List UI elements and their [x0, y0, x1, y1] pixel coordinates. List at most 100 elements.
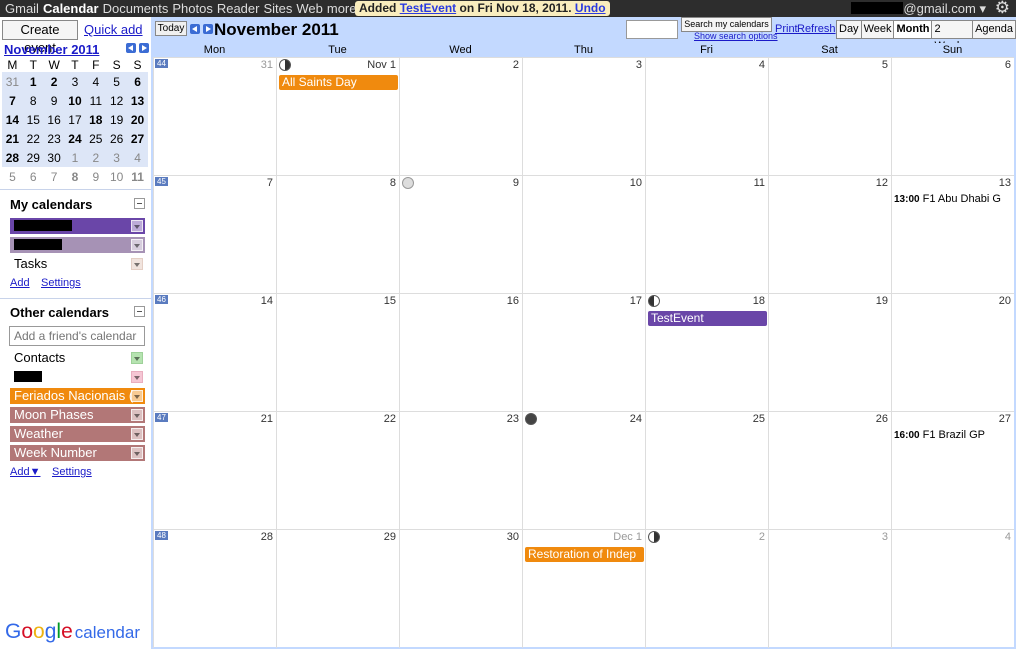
moon-phase-icon[interactable] [279, 59, 291, 71]
calendar-dropdown-icon[interactable] [131, 258, 143, 270]
calendar-dropdown-icon[interactable] [131, 239, 143, 251]
undo-link[interactable]: Undo [575, 1, 606, 15]
mini-day[interactable]: 15 [22, 110, 44, 129]
other-calendars-heading[interactable]: Other calendars [10, 305, 109, 320]
day-number[interactable]: 11 [754, 177, 765, 189]
collapse-other-calendars-icon[interactable] [134, 306, 145, 317]
mini-day[interactable]: 7 [44, 167, 65, 186]
day-number[interactable]: 13 [999, 177, 1011, 189]
day-number[interactable]: 8 [390, 177, 396, 189]
day-number[interactable]: 15 [384, 295, 396, 307]
day-cell[interactable]: 22 [276, 412, 399, 530]
mini-day[interactable]: 2 [85, 148, 107, 167]
mini-day[interactable]: 5 [106, 72, 128, 91]
day-cell[interactable]: 6 [891, 58, 1014, 176]
nav-photos[interactable]: Photos [172, 1, 212, 16]
nav-calendar[interactable]: Calendar [43, 1, 99, 16]
day-cell[interactable]: 10 [522, 176, 645, 294]
day-number[interactable]: 2 [513, 59, 519, 71]
day-number[interactable]: 9 [513, 177, 519, 189]
moon-phase-icon[interactable] [402, 177, 414, 189]
mini-day[interactable]: 17 [64, 110, 86, 129]
other-calendar-feriados[interactable]: Feriados Nacionais ( [10, 388, 145, 404]
mini-day[interactable]: 12 [106, 91, 128, 110]
other-calendar-week-number[interactable]: Week Number [10, 445, 145, 461]
mini-day[interactable]: 9 [43, 91, 65, 110]
day-number[interactable]: 29 [384, 531, 396, 543]
mini-day[interactable]: 26 [106, 129, 128, 148]
day-cell[interactable]: 4 [645, 58, 768, 176]
mini-day[interactable]: 30 [43, 148, 65, 167]
day-cell[interactable]: 3 [768, 530, 891, 648]
day-cell[interactable]: 29 [276, 530, 399, 648]
moon-phase-icon[interactable] [648, 531, 660, 543]
mini-day[interactable]: 5 [2, 167, 23, 186]
day-cell[interactable]: 21 47 [153, 412, 276, 530]
nav-web[interactable]: Web [296, 1, 323, 16]
day-number[interactable]: 17 [630, 295, 642, 307]
other-calendar-weather[interactable]: Weather [10, 426, 145, 442]
refresh-link[interactable]: Refresh [797, 23, 836, 35]
calendar-dropdown-icon[interactable] [131, 220, 143, 232]
mini-day[interactable]: 13 [127, 91, 148, 110]
nav-gmail[interactable]: Gmail [5, 1, 39, 16]
mini-day[interactable]: 19 [106, 110, 128, 129]
day-cell[interactable]: 17 [522, 294, 645, 412]
gear-icon[interactable]: ⚙ [995, 0, 1010, 17]
mini-day[interactable]: 29 [22, 148, 44, 167]
mini-day[interactable]: 28 [2, 148, 23, 167]
mini-day[interactable]: 14 [2, 110, 23, 129]
calendar-dropdown-icon[interactable] [131, 371, 143, 383]
day-cell[interactable]: 11 [645, 176, 768, 294]
other-calendars-settings-link[interactable]: Settings [52, 466, 92, 478]
nav-documents[interactable]: Documents [103, 1, 169, 16]
day-number[interactable]: 30 [507, 531, 519, 543]
add-friend-calendar-input[interactable] [9, 326, 145, 346]
day-cell[interactable]: 18 TestEvent [645, 294, 768, 412]
other-calendar-contacts[interactable]: Contacts [10, 350, 145, 366]
day-number[interactable]: 21 [261, 413, 273, 425]
mini-day[interactable]: 22 [22, 129, 44, 148]
day-number[interactable]: 2 [759, 531, 765, 543]
account-menu[interactable]: @gmail.com ▾ [851, 1, 986, 17]
day-cell[interactable]: 19 [768, 294, 891, 412]
calendar-dropdown-icon[interactable] [131, 409, 143, 421]
my-calendar-1[interactable] [10, 218, 145, 234]
day-cell[interactable]: 15 [276, 294, 399, 412]
day-cell[interactable]: 27 16:00 F1 Brazil GP [891, 412, 1014, 530]
day-cell[interactable]: 23 [399, 412, 522, 530]
mini-calendar-title[interactable]: November 2011 [4, 42, 99, 57]
mini-day[interactable]: 31 [2, 72, 23, 91]
day-number[interactable]: 12 [876, 177, 888, 189]
mini-day[interactable]: 23 [43, 129, 65, 148]
day-number[interactable]: 25 [753, 413, 765, 425]
day-cell[interactable]: 4 [891, 530, 1014, 648]
day-cell[interactable]: 13 13:00 F1 Abu Dhabi G [891, 176, 1014, 294]
search-input[interactable] [626, 20, 678, 39]
moon-phase-icon[interactable] [648, 295, 660, 307]
day-number[interactable]: Nov 1 [367, 59, 396, 71]
mini-day[interactable]: 16 [43, 110, 65, 129]
day-number[interactable]: 23 [507, 413, 519, 425]
day-number[interactable]: 20 [999, 295, 1011, 307]
day-cell[interactable]: Nov 1 All Saints Day [276, 58, 399, 176]
day-cell[interactable]: 5 [768, 58, 891, 176]
day-cell[interactable]: 12 [768, 176, 891, 294]
view-2weeks-button[interactable]: 2 Weeks [932, 20, 974, 52]
day-cell[interactable]: 20 [891, 294, 1014, 412]
day-number[interactable]: 3 [636, 59, 642, 71]
nav-sites[interactable]: Sites [263, 1, 292, 16]
day-number[interactable]: 10 [630, 177, 642, 189]
mini-day[interactable]: 8 [22, 91, 44, 110]
day-cell[interactable]: 9 [399, 176, 522, 294]
quick-add-link[interactable]: Quick add [84, 22, 143, 37]
day-number[interactable]: 28 [261, 531, 273, 543]
other-calendar-moon-phases[interactable]: Moon Phases [10, 407, 145, 423]
view-week-button[interactable]: Week [861, 20, 895, 39]
day-cell[interactable]: 7 45 [153, 176, 276, 294]
day-number[interactable]: 26 [876, 413, 888, 425]
day-cell[interactable]: 3 [522, 58, 645, 176]
calendar-dropdown-icon[interactable] [131, 447, 143, 459]
event-restoration-independence[interactable]: Restoration of Indep [525, 547, 644, 562]
other-calendar-redacted[interactable] [10, 369, 145, 385]
